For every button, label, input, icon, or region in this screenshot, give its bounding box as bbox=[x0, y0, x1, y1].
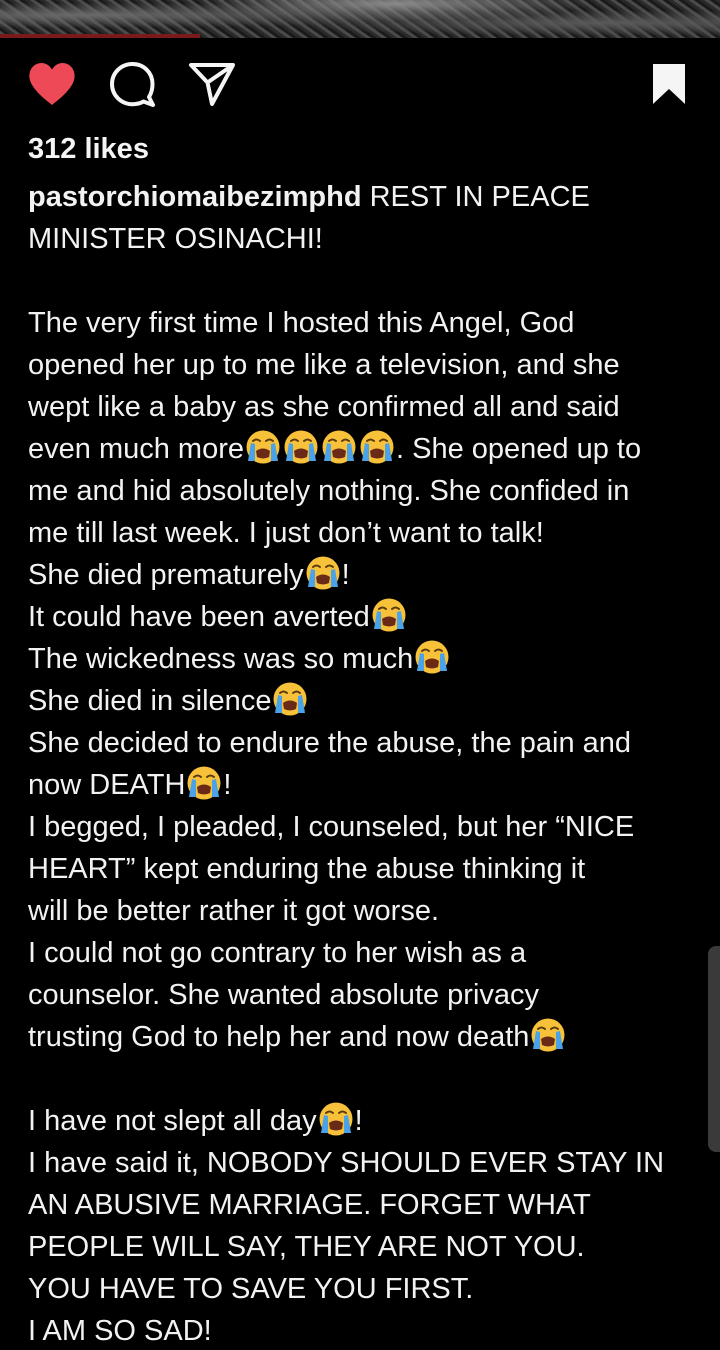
loudly-crying-face-emoji bbox=[318, 1101, 354, 1137]
loudly-crying-face-emoji bbox=[245, 429, 281, 465]
caption-text: ! bbox=[341, 559, 350, 591]
loudly-crying-face-emoji bbox=[305, 555, 341, 591]
paper-plane-icon bbox=[189, 63, 235, 106]
caption-text: REST IN PEACE bbox=[369, 181, 590, 213]
caption-text: PEOPLE WILL SAY, THEY ARE NOT YOU. bbox=[28, 1231, 585, 1263]
caption-text: The very first time I hosted this Angel,… bbox=[28, 307, 575, 339]
caption-text: counselor. She wanted absolute privacy bbox=[28, 979, 540, 1011]
caption-line: YOU HAVE TO SAVE YOU FIRST. bbox=[28, 1268, 696, 1310]
caption-text: me and hid absolutely nothing. She confi… bbox=[28, 475, 630, 507]
post-image[interactable] bbox=[0, 0, 720, 38]
post-action-bar bbox=[0, 58, 720, 110]
comment-button[interactable] bbox=[106, 58, 158, 110]
like-button[interactable] bbox=[26, 58, 78, 110]
caption-line: I begged, I pleaded, I counseled, but he… bbox=[28, 806, 696, 848]
loudly-crying-face-emoji bbox=[272, 681, 308, 717]
caption-text: I begged, I pleaded, I counseled, but he… bbox=[28, 811, 635, 843]
bookmark-icon bbox=[653, 64, 685, 104]
caption-text: even much more bbox=[28, 433, 244, 465]
caption-text: ! bbox=[354, 1105, 363, 1137]
caption-text: trusting God to help her and now death bbox=[28, 1021, 530, 1053]
comment-bubble-icon bbox=[110, 62, 155, 107]
caption-line: AN ABUSIVE MARRIAGE. FORGET WHAT bbox=[28, 1184, 696, 1226]
caption-text: MINISTER OSINACHI! bbox=[28, 223, 323, 255]
caption-line: The wickedness was so much bbox=[28, 638, 696, 680]
caption-line: now DEATH! bbox=[28, 764, 696, 806]
caption-line: The very first time I hosted this Angel,… bbox=[28, 302, 696, 344]
caption-line: pastorchiomaibezimphd REST IN PEACE bbox=[28, 176, 696, 218]
caption-text: now DEATH bbox=[28, 769, 186, 801]
caption-line: trusting God to help her and now death bbox=[28, 1016, 696, 1058]
caption-line: It could have been averted bbox=[28, 596, 696, 638]
caption-line: wept like a baby as she confirmed all an… bbox=[28, 386, 696, 428]
caption-text: It could have been averted bbox=[28, 601, 370, 633]
caption-line: PEOPLE WILL SAY, THEY ARE NOT YOU. bbox=[28, 1226, 696, 1268]
post-caption: pastorchiomaibezimphd REST IN PEACE MINI… bbox=[28, 176, 696, 1350]
heart-icon bbox=[29, 63, 75, 105]
loudly-crying-face-emoji bbox=[414, 639, 450, 675]
caption-text: I have not slept all day bbox=[28, 1105, 317, 1137]
caption-text: I could not go contrary to her wish as a bbox=[28, 937, 527, 969]
caption-text: I have said it, NOBODY SHOULD EVER STAY … bbox=[28, 1147, 665, 1179]
caption-text: She died in silence bbox=[28, 685, 272, 717]
caption-text: will be better rather it got worse. bbox=[28, 895, 440, 927]
caption-line: HEART” kept enduring the abuse thinking … bbox=[28, 848, 696, 890]
caption-text: wept like a baby as she confirmed all an… bbox=[28, 391, 620, 423]
scrollbar-handle[interactable] bbox=[708, 946, 720, 1152]
caption-line: opened her up to me like a television, a… bbox=[28, 344, 696, 386]
caption-text: . She opened up to bbox=[396, 433, 642, 465]
caption-line: counselor. She wanted absolute privacy bbox=[28, 974, 696, 1016]
loudly-crying-face-emoji bbox=[530, 1017, 566, 1053]
caption-line: She decided to endure the abuse, the pai… bbox=[28, 722, 696, 764]
caption-line: I have not slept all day! bbox=[28, 1100, 696, 1142]
save-button[interactable] bbox=[643, 58, 695, 110]
caption-line: She died prematurely! bbox=[28, 554, 696, 596]
caption-text: She decided to endure the abuse, the pai… bbox=[28, 727, 632, 759]
caption-line: me and hid absolutely nothing. She confi… bbox=[28, 470, 696, 512]
loudly-crying-face-emoji bbox=[371, 597, 407, 633]
caption-text: AN ABUSIVE MARRIAGE. FORGET WHAT bbox=[28, 1189, 591, 1221]
caption-line: I could not go contrary to her wish as a bbox=[28, 932, 696, 974]
caption-line: me till last week. I just don’t want to … bbox=[28, 512, 696, 554]
caption-line: She died in silence bbox=[28, 680, 696, 722]
caption-text: REST IN PEACE bbox=[370, 181, 590, 213]
caption-line: MINISTER OSINACHI! bbox=[28, 218, 696, 260]
loudly-crying-face-emoji bbox=[321, 429, 357, 465]
caption-text: HEART” kept enduring the abuse thinking … bbox=[28, 853, 586, 885]
username-link[interactable]: pastorchiomaibezimphd bbox=[28, 181, 362, 213]
caption-line: I have said it, NOBODY SHOULD EVER STAY … bbox=[28, 1142, 696, 1184]
caption-text: ! bbox=[223, 769, 232, 801]
caption-text: She died prematurely bbox=[28, 559, 304, 591]
share-button[interactable] bbox=[186, 58, 238, 110]
loudly-crying-face-emoji bbox=[186, 765, 222, 801]
caption-line: even much more . She opened up to bbox=[28, 428, 696, 470]
caption-text: opened her up to me like a television, a… bbox=[28, 349, 620, 381]
caption-line: I AM SO SAD! bbox=[28, 1310, 696, 1350]
caption-line: will be better rather it got worse. bbox=[28, 890, 696, 932]
caption-text: I AM SO SAD! bbox=[28, 1315, 212, 1347]
loudly-crying-face-emoji bbox=[359, 429, 395, 465]
loudly-crying-face-emoji bbox=[283, 429, 319, 465]
caption-text: me till last week. I just don’t want to … bbox=[28, 517, 544, 549]
likes-count[interactable]: 312 likes bbox=[28, 131, 149, 167]
caption-text: YOU HAVE TO SAVE YOU FIRST. bbox=[28, 1273, 474, 1305]
caption-text: The wickedness was so much bbox=[28, 643, 414, 675]
